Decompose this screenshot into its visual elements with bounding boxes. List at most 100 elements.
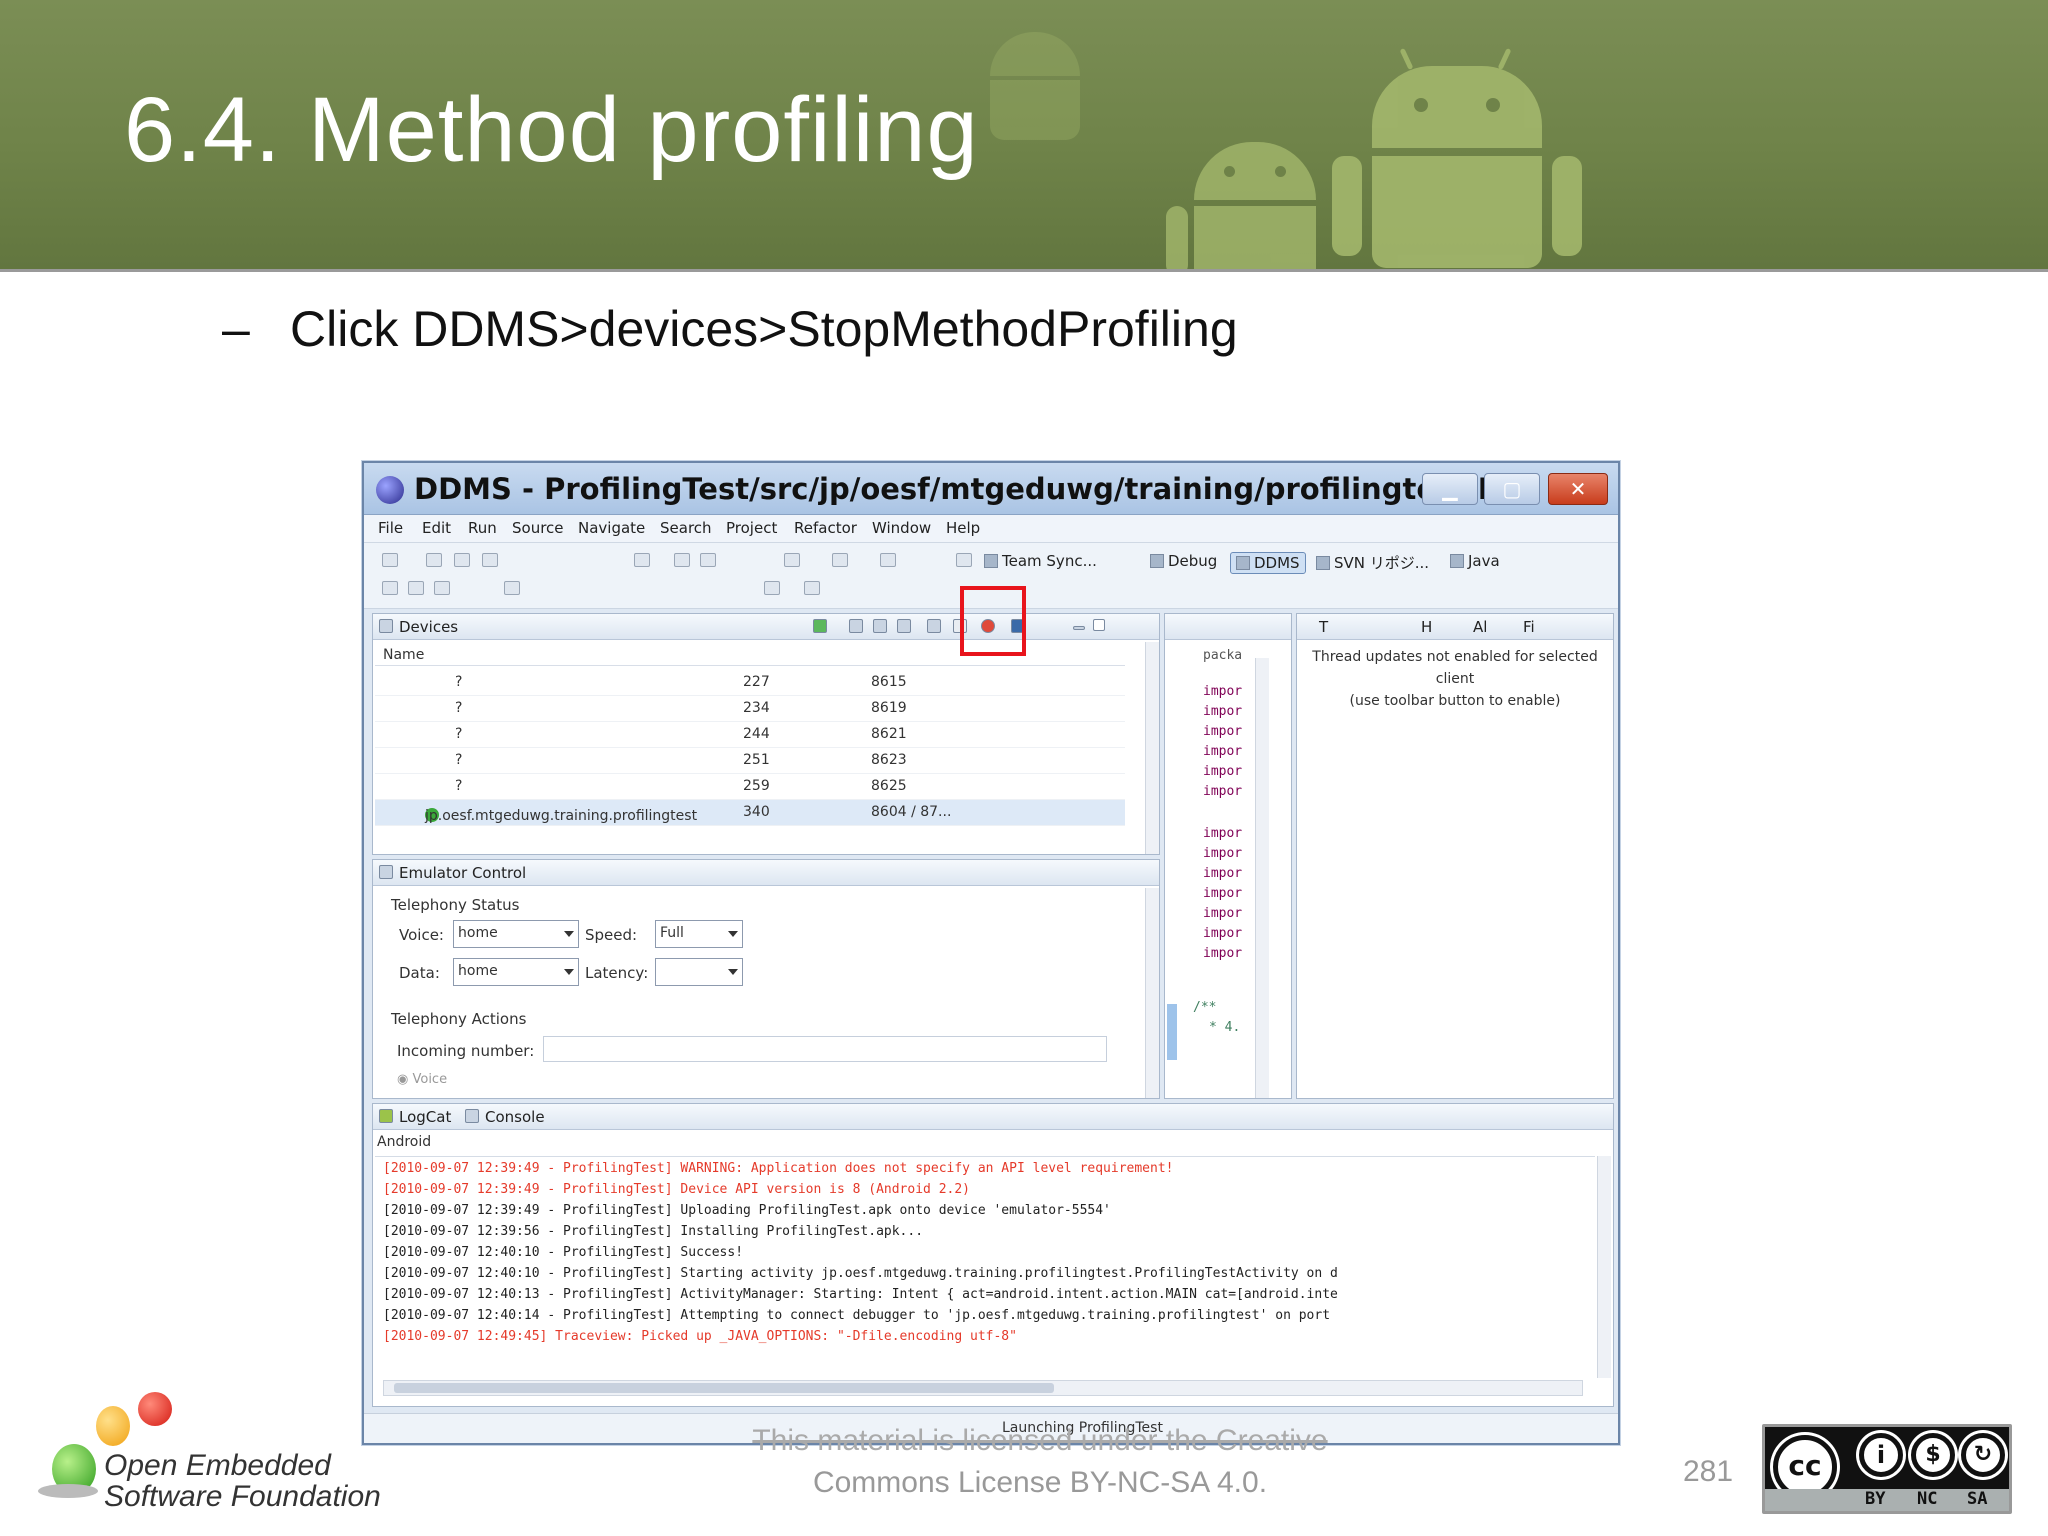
emulator-scrollbar[interactable] <box>1145 888 1159 1098</box>
external-tools-icon[interactable] <box>880 553 896 567</box>
open-perspective-icon[interactable] <box>956 553 972 567</box>
device-row[interactable]: ? 234 8619 <box>375 696 1125 722</box>
new-icon[interactable] <box>382 553 398 567</box>
view-menu-icon[interactable] <box>1045 619 1055 633</box>
oesf-logo: Open Embedded Software Foundation <box>38 1388 398 1518</box>
dump-hprof-icon[interactable] <box>873 619 887 633</box>
file-explorer-tab[interactable]: Fi <box>1523 618 1535 636</box>
name-column-header[interactable]: Name <box>383 647 424 663</box>
log-line: [2010-09-07 12:49:45] Traceview: Picked … <box>383 1329 1017 1344</box>
menu-source[interactable]: Source <box>512 519 564 537</box>
package-icon[interactable] <box>674 553 690 567</box>
maximize-button[interactable]: ▢ <box>1484 473 1540 505</box>
voice-select[interactable]: home <box>453 920 579 948</box>
console-hscrollbar[interactable] <box>383 1380 1583 1396</box>
cc-label-nc: NC <box>1917 1489 1938 1509</box>
update-threads-icon[interactable] <box>927 619 941 633</box>
code-line: impor <box>1203 684 1243 699</box>
logcat-tab[interactable]: LogCat <box>399 1108 451 1126</box>
devices-panel: Devices Name ? 227 8615 ? 234 8619 ? 244… <box>372 613 1160 855</box>
code-line: impor <box>1203 764 1243 779</box>
incoming-number-label: Incoming number: <box>397 1042 535 1060</box>
data-select[interactable]: home <box>453 958 579 986</box>
next-annotation-icon[interactable] <box>504 581 520 595</box>
console-vscrollbar[interactable] <box>1597 1156 1611 1378</box>
perspective-debug[interactable]: Debug <box>1150 552 1217 570</box>
devices-scrollbar[interactable] <box>1145 642 1159 854</box>
menu-file[interactable]: File <box>378 519 403 537</box>
run-icon[interactable] <box>832 553 848 567</box>
device-row[interactable]: ? 227 8615 <box>375 670 1125 696</box>
speed-select[interactable]: Full <box>655 920 743 948</box>
allocation-tab[interactable]: Al <box>1473 618 1487 636</box>
build-icon[interactable] <box>482 553 498 567</box>
console-tab[interactable]: Console <box>485 1108 545 1126</box>
minimize-panel-icon[interactable] <box>1073 626 1085 630</box>
debug-run-icon[interactable] <box>784 553 800 567</box>
code-line: impor <box>1203 704 1243 719</box>
svn-icon <box>1316 556 1330 570</box>
back-icon[interactable] <box>764 581 780 595</box>
menu-help[interactable]: Help <box>946 519 980 537</box>
menu-run[interactable]: Run <box>468 519 497 537</box>
close-button[interactable]: ✕ <box>1548 473 1608 505</box>
save-icon[interactable] <box>426 553 442 567</box>
log-line: [2010-09-07 12:39:49 - ProfilingTest] Up… <box>383 1203 1111 1218</box>
perspective-java[interactable]: Java <box>1450 552 1500 570</box>
forward-icon[interactable] <box>804 581 820 595</box>
log-line: [2010-09-07 12:40:10 - ProfilingTest] Su… <box>383 1245 744 1260</box>
stop-method-profiling-highlight <box>960 586 1026 656</box>
pin-icon[interactable] <box>434 581 450 595</box>
emulator-control-panel: Emulator Control Telephony Status Voice:… <box>372 859 1160 1099</box>
code-line: impor <box>1203 846 1243 861</box>
threads-tab[interactable]: T <box>1319 618 1328 636</box>
window-titlebar: DDMS - ProfilingTest/src/jp/oesf/mtgeduw… <box>364 463 1618 515</box>
log-line: [2010-09-07 12:40:10 - ProfilingTest] St… <box>383 1266 1338 1281</box>
devices-tab[interactable]: Devices <box>399 618 458 636</box>
update-heap-icon[interactable] <box>849 619 863 633</box>
menu-navigate[interactable]: Navigate <box>578 519 645 537</box>
open-type-icon[interactable] <box>408 581 424 595</box>
code-line: impor <box>1203 926 1243 941</box>
android-robot-icon <box>1332 47 1582 268</box>
cause-gc-icon[interactable] <box>897 619 911 633</box>
perspective-team-sync[interactable]: Team Sync... <box>984 552 1097 570</box>
latency-label: Latency: <box>585 964 649 982</box>
menu-window[interactable]: Window <box>872 519 931 537</box>
speed-label: Speed: <box>585 926 638 944</box>
menu-edit[interactable]: Edit <box>422 519 451 537</box>
lock-icon[interactable] <box>634 553 650 567</box>
menu-project[interactable]: Project <box>726 519 777 537</box>
license-text: This material is licensed under the Crea… <box>700 1420 1380 1504</box>
console-panel: LogCat Console Android [2010-09-07 12:39… <box>372 1103 1614 1407</box>
code-line: impor <box>1203 744 1243 759</box>
heap-tab[interactable]: H <box>1421 618 1432 636</box>
open-folder-icon[interactable] <box>382 581 398 595</box>
class-icon[interactable] <box>700 553 716 567</box>
title-banner: 6.4. Method profiling <box>0 0 2048 272</box>
attribution-icon: i <box>1859 1433 1903 1477</box>
incoming-number-input[interactable] <box>543 1036 1107 1062</box>
perspective-ddms[interactable]: DDMS <box>1230 552 1306 574</box>
device-row[interactable]: ? 251 8623 <box>375 748 1125 774</box>
android-robot-icon <box>980 22 1090 140</box>
debug-process-icon[interactable] <box>813 619 827 633</box>
device-row[interactable]: ? 244 8621 <box>375 722 1125 748</box>
menu-refactor[interactable]: Refactor <box>794 519 857 537</box>
device-row[interactable]: ? 259 8625 <box>375 774 1125 800</box>
perspective-svn[interactable]: SVN リポジ... <box>1316 552 1429 573</box>
latency-select[interactable] <box>655 958 743 986</box>
log-line: [2010-09-07 12:39:49 - ProfilingTest] WA… <box>383 1161 1174 1176</box>
emulator-control-tab[interactable]: Emulator Control <box>399 864 526 882</box>
minimize-button[interactable]: ▁ <box>1422 473 1478 505</box>
emulator-icon <box>379 865 393 879</box>
maximize-panel-icon[interactable] <box>1093 619 1105 631</box>
device-row-selected[interactable]: jp.oesf.mtgeduwg.training.profilingtest … <box>375 800 1125 826</box>
cc-label-strip: BY NC SA <box>1765 1489 2009 1511</box>
print-icon[interactable] <box>454 553 470 567</box>
voice-radio[interactable]: ◉ Voice <box>397 1072 447 1087</box>
console-tab-bar: LogCat Console <box>373 1104 1613 1130</box>
outline-scrollbar[interactable] <box>1255 658 1269 1098</box>
hscroll-thumb[interactable] <box>394 1383 1054 1393</box>
menu-search[interactable]: Search <box>660 519 712 537</box>
